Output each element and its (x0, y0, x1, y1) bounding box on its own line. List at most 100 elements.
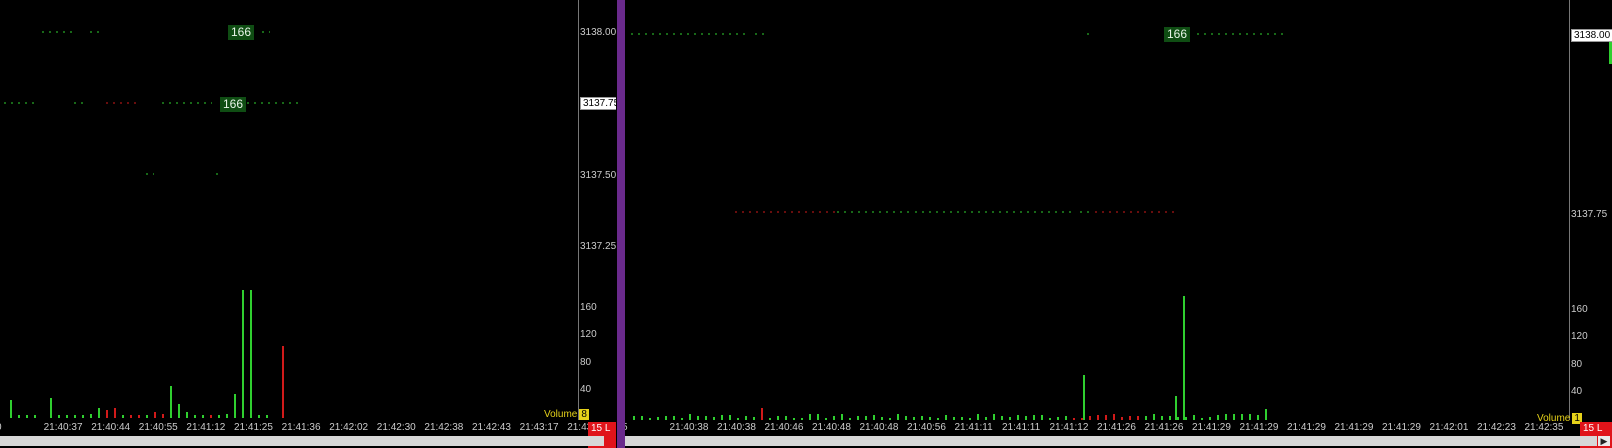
left-time-label: 21:41:25 (234, 422, 273, 433)
right-volume-bar (897, 414, 899, 420)
right-volume-bar (793, 418, 795, 420)
right-volume-bar (1017, 415, 1019, 420)
right-chart-canvas[interactable] (625, 0, 1612, 448)
left-volume-bar (122, 415, 124, 418)
right-volume-bar (1049, 418, 1051, 420)
left-current-price: 3137.75 (580, 97, 616, 110)
right-time-label: 21:41:29 (1192, 422, 1231, 433)
right-volume-bar (1265, 409, 1267, 420)
right-volume-bar (1201, 418, 1203, 420)
right-volume-bar (953, 417, 955, 420)
left-volume-bar (202, 415, 204, 418)
right-volume-bar (1233, 414, 1235, 420)
right-volume-bar (1057, 417, 1059, 420)
right-volume-bar (681, 418, 683, 420)
left-volume-bar (234, 394, 236, 418)
right-volume-bar (1065, 416, 1067, 420)
right-volume-bar (1161, 416, 1163, 420)
right-volume-bar (1145, 416, 1147, 420)
right-volume-bar (945, 415, 947, 420)
left-volume-bar (242, 290, 244, 418)
right-volume-bar (745, 416, 747, 420)
right-time-label: 21:41:29 (1334, 422, 1374, 433)
left-volume-badge-1: 166 (228, 25, 255, 40)
right-time-label: 21:41:26 (1144, 422, 1184, 433)
right-volume-bar (1033, 415, 1035, 420)
right-volume-bar (1001, 416, 1003, 420)
right-volume-bar (1241, 414, 1243, 420)
right-volume-bar (841, 414, 843, 420)
right-volume-bar (657, 417, 659, 420)
right-volume-bar (865, 416, 867, 420)
left-volume-bar (50, 398, 52, 418)
left-time-label: 21:40:55 (138, 422, 178, 433)
right-volume-label-160: 160 (1571, 304, 1588, 315)
right-time-label: 21:41:29 (1382, 422, 1421, 433)
right-volume-bar (1193, 415, 1195, 420)
left-price-label-3138: 3138.00 (580, 27, 616, 38)
left-horizontal-scrollbar[interactable] (0, 436, 604, 446)
right-volume-bar (833, 416, 835, 420)
right-volume-bar (1083, 375, 1085, 420)
right-time-label: 21:41:12 (1049, 422, 1089, 433)
right-chart-pane[interactable]: 3138.00 3137.75 160 120 80 40 166 Volume… (625, 0, 1612, 448)
left-chart-canvas[interactable] (0, 0, 616, 448)
left-volume-label-120: 120 (580, 329, 597, 340)
right-volume-bar (705, 416, 707, 420)
left-time-label: 21:40:44 (91, 422, 131, 433)
right-volume-bar (633, 416, 635, 420)
right-volume-bar (993, 414, 995, 420)
right-volume-bar (729, 415, 731, 420)
right-volume-bar (969, 418, 971, 420)
right-volume-bar (1217, 415, 1219, 420)
left-time-label: 21:42:43 (472, 422, 511, 433)
left-volume-bar (218, 415, 220, 418)
left-volume-bar (98, 408, 100, 418)
right-volume-bar (777, 416, 779, 420)
left-time-label: 21:40:37 (43, 422, 83, 433)
right-volume-bar (737, 418, 739, 420)
left-volume-bar (74, 415, 76, 418)
left-volume-bar (106, 410, 108, 418)
right-volume-bar (1113, 414, 1115, 420)
right-time-label: 5 (625, 422, 628, 433)
right-volume-bar (1097, 415, 1099, 420)
right-volume-badge: 166 (1164, 27, 1191, 42)
right-volume-bar (889, 418, 891, 420)
right-volume-bar (849, 418, 851, 420)
scroll-right-arrow-icon[interactable]: ▶ (1598, 436, 1610, 446)
left-volume-bar (130, 415, 132, 418)
right-volume-bar (977, 414, 979, 420)
right-volume-bar (665, 416, 667, 420)
right-volume-bar (1153, 414, 1155, 420)
right-volume-bar (1257, 415, 1259, 420)
left-volume-badge-2: 166 (220, 97, 247, 112)
right-volume-bar (697, 416, 699, 420)
right-volume-bar (1137, 416, 1139, 420)
right-volume-bar (713, 417, 715, 420)
right-volume-bar (1175, 396, 1177, 420)
right-horizontal-scrollbar[interactable] (625, 436, 1597, 446)
right-volume-bar (641, 416, 643, 420)
right-volume-bar (921, 416, 923, 420)
right-volume-bar (1009, 417, 1011, 420)
right-time-label: 21:40:38 (669, 422, 709, 433)
right-price-axis-line (1569, 0, 1570, 420)
right-volume-bar (673, 416, 675, 420)
left-volume-bar (162, 414, 164, 418)
right-time-label: 21:40:48 (812, 422, 851, 433)
left-volume-bar (258, 415, 260, 418)
pane-divider[interactable] (617, 0, 625, 448)
right-volume-bar (1249, 414, 1251, 420)
left-volume-bar (34, 415, 36, 418)
right-time-label: 21:40:46 (764, 422, 804, 433)
right-time-label: 21:42:35 (1524, 422, 1564, 433)
left-volume-bar (250, 290, 252, 418)
left-volume-bar (170, 386, 172, 418)
right-price-label-3137-75: 3137.75 (1571, 209, 1608, 220)
left-volume-bar (18, 415, 20, 418)
right-volume-bar (825, 418, 827, 420)
left-chart-pane[interactable]: 3138.00 3137.75 3137.50 3137.25 160 120 … (0, 0, 616, 448)
left-volume-bar (146, 415, 148, 418)
left-volume-bar (138, 415, 140, 418)
